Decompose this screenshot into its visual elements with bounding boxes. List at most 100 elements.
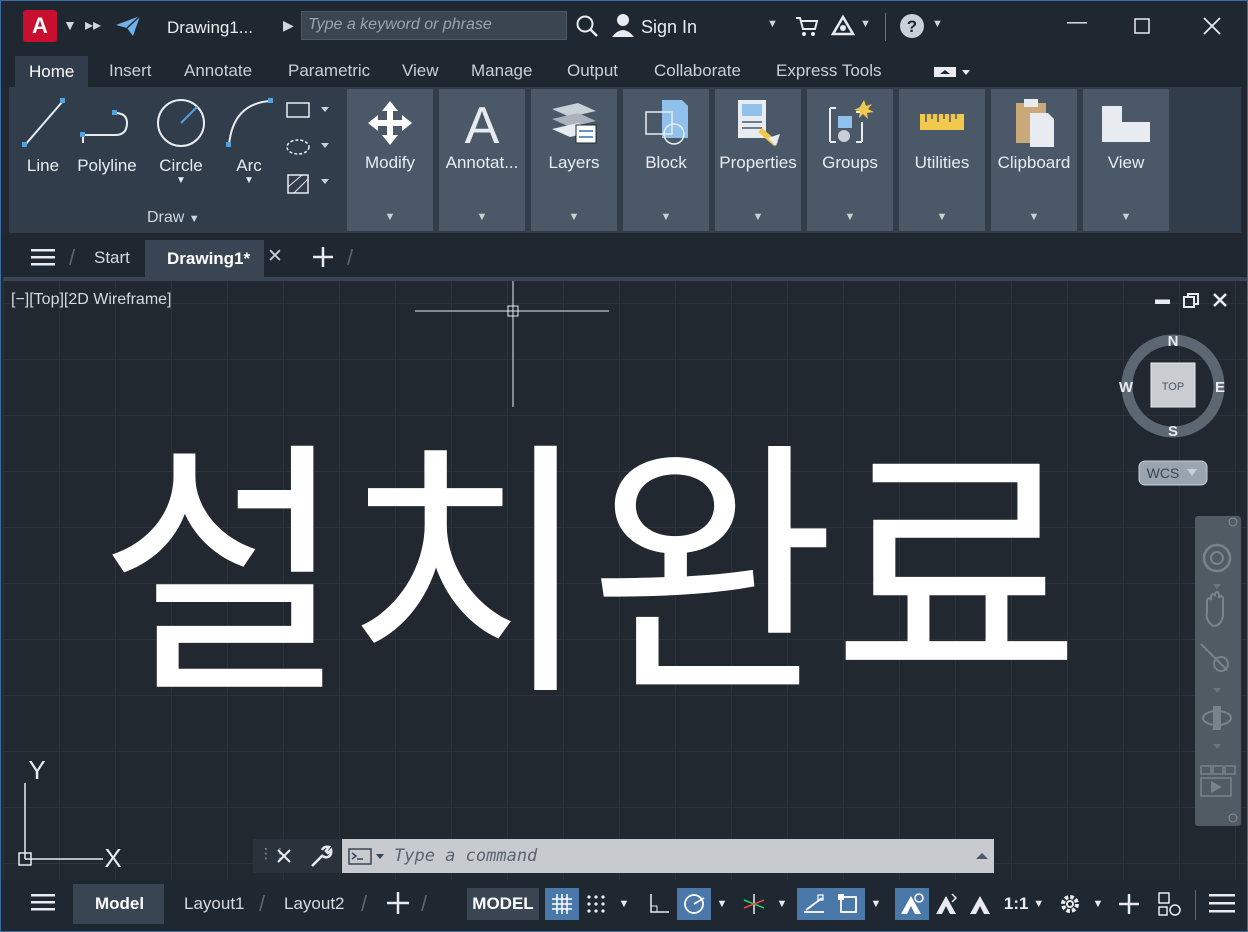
- tab-collaborate[interactable]: Collaborate: [654, 61, 741, 81]
- close-button[interactable]: [1203, 17, 1221, 35]
- annotation-scale-button[interactable]: [965, 888, 995, 920]
- sign-in-dropdown-icon[interactable]: ▼: [767, 18, 778, 30]
- tab-home[interactable]: Home: [15, 56, 89, 87]
- autodesk-connect-icon[interactable]: [831, 14, 855, 38]
- object-snap-button[interactable]: [831, 888, 865, 920]
- navigation-bar-tools[interactable]: [1195, 516, 1241, 826]
- hamburger-menu-icon[interactable]: [31, 247, 55, 267]
- viewport-controls-label[interactable]: [−][Top][2D Wireframe]: [11, 291, 172, 309]
- share-paper-plane-icon[interactable]: [115, 15, 141, 37]
- polar-dropdown-icon[interactable]: ▼: [713, 888, 731, 920]
- circle-tool-button[interactable]: Circle ▼: [153, 95, 209, 186]
- snap-toggle-button[interactable]: [581, 888, 611, 920]
- search-input[interactable]: Type a keyword or phrase: [301, 11, 567, 40]
- utilities-panel[interactable]: Utilities ▼: [899, 89, 985, 231]
- groups-panel[interactable]: Groups ▼: [807, 89, 893, 231]
- minimize-button[interactable]: —: [1067, 11, 1087, 34]
- draw-panel-title[interactable]: Draw ▼: [147, 209, 200, 227]
- viewport-close-icon[interactable]: [1213, 293, 1227, 307]
- help-icon[interactable]: ?: [899, 13, 925, 39]
- arc-tool-button[interactable]: Arc ▼: [223, 95, 275, 186]
- command-input[interactable]: Type a command: [342, 839, 994, 873]
- tab-view[interactable]: View: [402, 61, 439, 81]
- app-logo-icon[interactable]: A: [23, 10, 57, 42]
- tab-manage[interactable]: Manage: [471, 61, 532, 81]
- block-panel-dropdown-icon[interactable]: ▼: [623, 211, 709, 223]
- tab-output[interactable]: Output: [567, 61, 618, 81]
- quick-access-overflow-icon[interactable]: ▸▸: [85, 15, 101, 35]
- draw-small-tools[interactable]: [285, 99, 331, 209]
- annotation-monitor-button[interactable]: [1113, 888, 1145, 920]
- view-panel-dropdown-icon[interactable]: ▼: [1083, 211, 1169, 223]
- workspace-dropdown-icon[interactable]: ▼: [1089, 888, 1107, 920]
- polyline-tool-button[interactable]: Polyline: [75, 95, 139, 176]
- layers-panel[interactable]: Layers ▼: [531, 89, 617, 231]
- tab-express-tools[interactable]: Express Tools: [776, 61, 882, 81]
- grid-toggle-button[interactable]: [545, 888, 579, 920]
- title-expand-arrow-icon[interactable]: ▶: [283, 17, 294, 34]
- search-icon[interactable]: [575, 14, 599, 38]
- app-menu-chevron-icon[interactable]: ▼: [63, 17, 77, 33]
- groups-panel-dropdown-icon[interactable]: ▼: [807, 211, 893, 223]
- annotation-panel-dropdown-icon[interactable]: ▼: [439, 211, 525, 223]
- block-panel[interactable]: Block ▼: [623, 89, 709, 231]
- isolate-objects-button[interactable]: [1151, 888, 1187, 920]
- utilities-panel-dropdown-icon[interactable]: ▼: [899, 211, 985, 223]
- sign-in-link[interactable]: Sign In: [641, 17, 697, 38]
- view-panel[interactable]: View ▼: [1083, 89, 1169, 231]
- file-tab-drawing1[interactable]: Drawing1*: [145, 240, 265, 277]
- layout-menu-icon[interactable]: [31, 893, 55, 913]
- modify-panel-dropdown-icon[interactable]: ▼: [347, 211, 433, 223]
- tab-annotate[interactable]: Annotate: [184, 61, 252, 81]
- tab-parametric[interactable]: Parametric: [288, 61, 370, 81]
- cart-icon[interactable]: [795, 15, 819, 37]
- new-tab-plus-icon[interactable]: [313, 247, 333, 267]
- isodraft-button[interactable]: [737, 888, 771, 920]
- scale-dropdown[interactable]: 1:1 ▼: [999, 888, 1049, 920]
- user-icon[interactable]: [611, 13, 635, 37]
- new-layout-plus-icon[interactable]: [387, 892, 409, 914]
- properties-panel[interactable]: Properties ▼: [715, 89, 801, 231]
- layout1-tab[interactable]: Layout1: [184, 894, 245, 914]
- model-tab[interactable]: Model: [73, 884, 165, 924]
- object-snap-tracking-button[interactable]: [797, 888, 831, 920]
- customize-wrench-icon[interactable]: [309, 845, 333, 869]
- workspace-switch-button[interactable]: [1053, 888, 1087, 920]
- navigation-bar[interactable]: [1195, 516, 1241, 826]
- clipboard-panel-dropdown-icon[interactable]: ▼: [991, 211, 1077, 223]
- layout2-tab[interactable]: Layout2: [284, 894, 345, 914]
- connect-dropdown-icon[interactable]: ▼: [860, 18, 871, 30]
- tab-insert[interactable]: Insert: [109, 61, 152, 81]
- file-tab-start[interactable]: Start: [94, 248, 130, 268]
- arc-dropdown-icon[interactable]: ▼: [223, 176, 275, 186]
- ortho-toggle-button[interactable]: [643, 888, 675, 920]
- command-expand-icon[interactable]: [975, 851, 989, 861]
- maximize-button[interactable]: [1134, 18, 1150, 34]
- model-space-button[interactable]: MODEL: [467, 888, 539, 920]
- auto-scale-button[interactable]: [931, 888, 961, 920]
- properties-panel-dropdown-icon[interactable]: ▼: [715, 211, 801, 223]
- annotation-panel[interactable]: A Annotat... ▼: [439, 89, 525, 231]
- viewport-restore-icon[interactable]: [1183, 293, 1199, 309]
- osnap-dropdown-icon[interactable]: ▼: [867, 888, 885, 920]
- scale-dropdown-icon[interactable]: ▼: [1033, 898, 1044, 910]
- command-history-icon[interactable]: [348, 848, 388, 866]
- close-tab-icon[interactable]: ✕: [267, 245, 283, 268]
- customization-menu-icon[interactable]: [1209, 893, 1235, 915]
- clipboard-panel[interactable]: Clipboard ▼: [991, 89, 1077, 231]
- annotation-visibility-button[interactable]: [895, 888, 929, 920]
- polar-tracking-button[interactable]: [677, 888, 711, 920]
- layers-panel-dropdown-icon[interactable]: ▼: [531, 211, 617, 223]
- line-tool-button[interactable]: Line: [19, 95, 67, 176]
- viewport-minimize-icon[interactable]: ▬: [1155, 291, 1170, 308]
- drawing-viewport[interactable]: [−][Top][2D Wireframe] ▬ 설치완료 TOP N S E …: [3, 277, 1247, 880]
- circle-dropdown-icon[interactable]: ▼: [153, 176, 209, 186]
- isodraft-dropdown-icon[interactable]: ▼: [773, 888, 791, 920]
- command-close-icon[interactable]: [277, 849, 291, 863]
- draw-panel-expand-icon[interactable]: ▼: [189, 213, 200, 225]
- help-dropdown-icon[interactable]: ▼: [932, 18, 943, 30]
- viewcube[interactable]: TOP N S E W WCS: [1115, 331, 1235, 501]
- modify-panel[interactable]: Modify ▼: [347, 89, 433, 231]
- snap-dropdown-icon[interactable]: ▼: [615, 888, 633, 920]
- ribbon-minimize-toggle-icon[interactable]: [933, 65, 973, 79]
